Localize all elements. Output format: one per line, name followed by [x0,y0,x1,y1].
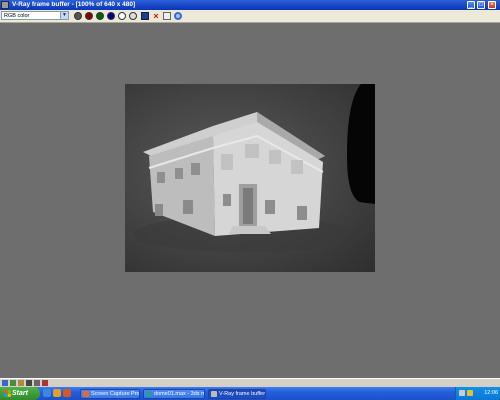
frame-buffer-toolbar: RGB color ▼ × [0,10,500,23]
close-bar-icon[interactable] [42,380,48,386]
chevron-down-icon[interactable]: ▼ [60,12,68,19]
system-tray: 12:06 [455,387,500,400]
quicklaunch-ie-icon[interactable] [43,389,51,397]
blue-channel-button[interactable] [107,12,115,20]
minimize-button[interactable]: _ [467,1,475,9]
windows-logo-icon [4,390,11,397]
tool-icon[interactable] [34,380,40,386]
display-corrections-icon[interactable] [174,12,182,20]
channel-select[interactable]: RGB color ▼ [1,11,69,20]
app-icon [83,391,89,397]
mono-channel-button[interactable] [129,12,137,20]
help-icon[interactable] [18,380,24,386]
start-button[interactable]: Start [0,387,40,400]
clock[interactable]: 12:06 [484,387,498,400]
maximize-button[interactable]: □ [477,1,485,9]
close-button[interactable]: × [488,1,496,9]
app-icon [1,1,9,9]
taskbar-item-vray-frame-buffer[interactable]: V-Ray frame buffer - ... [208,389,266,399]
clear-icon[interactable]: × [152,12,160,21]
track-mouse-icon[interactable] [163,12,171,20]
green-channel-button[interactable] [96,12,104,20]
save-icon[interactable] [141,12,149,20]
rendered-image [125,84,375,272]
settings-icon[interactable] [26,380,32,386]
quicklaunch-explorer-icon[interactable] [53,389,61,397]
taskbar-item-screen-capture[interactable]: Screen Capture Profe... [80,389,140,399]
title-bar[interactable]: V-Ray frame buffer - [100% of 640 x 480]… [0,0,500,10]
red-channel-button[interactable] [85,12,93,20]
keyboard-icon[interactable] [2,380,8,386]
input-icon[interactable] [10,380,16,386]
start-label: Start [12,390,28,397]
app-icon [211,391,217,397]
channel-select-value: RGB color [4,13,30,19]
house-render [133,84,375,252]
channel-toggle-icon[interactable] [74,12,82,20]
window-title: V-Ray frame buffer - [100% of 640 x 480] [12,1,136,8]
network-icon[interactable] [459,390,465,396]
taskbar-item-3dsmax[interactable]: dome01.max - 3ds m... [143,389,205,399]
app-icon [146,391,152,397]
volume-icon[interactable] [467,390,473,396]
alpha-channel-button[interactable] [118,12,126,20]
quicklaunch-firefox-icon[interactable] [63,389,71,397]
